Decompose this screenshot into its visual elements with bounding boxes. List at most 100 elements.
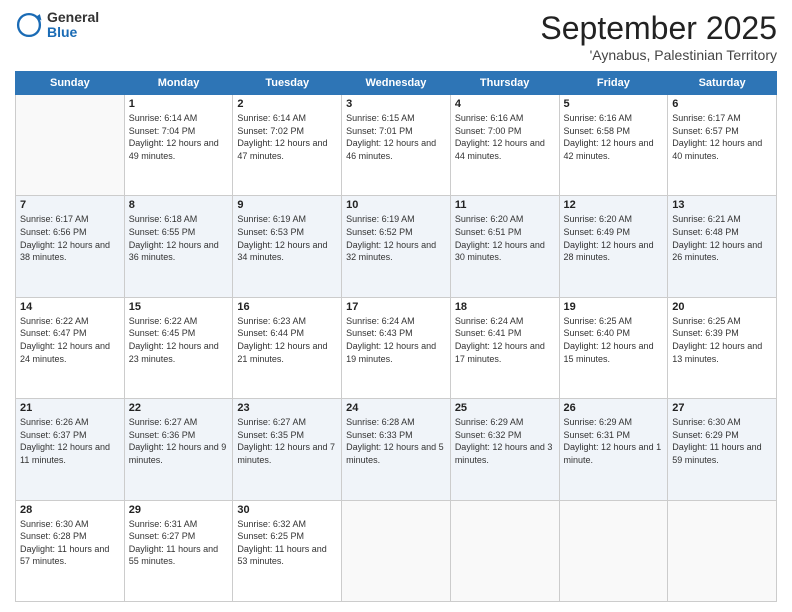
day-number: 29 [129,504,229,516]
calendar-cell: 4 Sunrise: 6:16 AMSunset: 7:00 PMDaylight… [450,95,559,196]
calendar-cell: 11 Sunrise: 6:20 AMSunset: 6:51 PMDayligh… [450,196,559,297]
calendar-week-row: 7Sunrise: 6:17 AMSunset: 6:56 PMDaylight… [16,196,777,297]
calendar-cell: 7Sunrise: 6:17 AMSunset: 6:56 PMDaylight… [16,196,125,297]
day-number: 9 [237,199,337,211]
day-number: 21 [20,402,120,414]
calendar-cell: 12 Sunrise: 6:20 AMSunset: 6:49 PMDayligh… [559,196,668,297]
day-number: 6 [672,98,772,110]
calendar-cell: 27 Sunrise: 6:30 AMSunset: 6:29 PMDayligh… [668,399,777,500]
calendar-cell: 9 Sunrise: 6:19 AMSunset: 6:53 PMDaylight… [233,196,342,297]
logo-general: General [47,10,99,25]
weekday-header-thursday: Thursday [450,72,559,95]
day-info: Sunrise: 6:16 AMSunset: 6:58 PMDaylight:… [564,112,664,162]
day-info: Sunrise: 6:17 AMSunset: 6:57 PMDaylight:… [672,112,772,162]
day-info: Sunrise: 6:14 AMSunset: 7:04 PMDaylight:… [129,112,229,162]
day-info: Sunrise: 6:25 AMSunset: 6:39 PMDaylight:… [672,315,772,365]
day-info: Sunrise: 6:21 AMSunset: 6:48 PMDaylight:… [672,213,772,263]
calendar-cell: 30 Sunrise: 6:32 AMSunset: 6:25 PMDayligh… [233,500,342,601]
weekday-header-row: SundayMondayTuesdayWednesdayThursdayFrid… [16,72,777,95]
calendar-cell: 18 Sunrise: 6:24 AMSunset: 6:41 PMDayligh… [450,297,559,398]
calendar-cell: 28Sunrise: 6:30 AMSunset: 6:28 PMDayligh… [16,500,125,601]
day-info: Sunrise: 6:32 AMSunset: 6:25 PMDaylight:… [237,518,337,568]
weekday-header-saturday: Saturday [668,72,777,95]
day-number: 26 [564,402,664,414]
calendar-table: SundayMondayTuesdayWednesdayThursdayFrid… [15,71,777,602]
day-info: Sunrise: 6:30 AMSunset: 6:29 PMDaylight:… [672,416,772,466]
day-number: 11 [455,199,555,211]
day-info: Sunrise: 6:29 AMSunset: 6:32 PMDaylight:… [455,416,555,466]
calendar-cell: 8 Sunrise: 6:18 AMSunset: 6:55 PMDaylight… [124,196,233,297]
day-info: Sunrise: 6:27 AMSunset: 6:35 PMDaylight:… [237,416,337,466]
page-header: General Blue September 2025 'Aynabus, Pa… [15,10,777,63]
day-number: 24 [346,402,446,414]
day-number: 20 [672,301,772,313]
calendar-cell [16,95,125,196]
day-number: 22 [129,402,229,414]
calendar-cell [668,500,777,601]
month-title: September 2025 [540,10,777,47]
day-number: 3 [346,98,446,110]
day-number: 27 [672,402,772,414]
weekday-header-sunday: Sunday [16,72,125,95]
calendar-cell: 29 Sunrise: 6:31 AMSunset: 6:27 PMDayligh… [124,500,233,601]
calendar-cell: 16 Sunrise: 6:23 AMSunset: 6:44 PMDayligh… [233,297,342,398]
day-info: Sunrise: 6:22 AMSunset: 6:45 PMDaylight:… [129,315,229,365]
day-number: 2 [237,98,337,110]
calendar-week-row: 28Sunrise: 6:30 AMSunset: 6:28 PMDayligh… [16,500,777,601]
calendar-cell: 24 Sunrise: 6:28 AMSunset: 6:33 PMDayligh… [342,399,451,500]
day-info: Sunrise: 6:20 AMSunset: 6:51 PMDaylight:… [455,213,555,263]
calendar-cell: 25Sunrise: 6:29 AMSunset: 6:32 PMDayligh… [450,399,559,500]
day-info: Sunrise: 6:19 AMSunset: 6:52 PMDaylight:… [346,213,446,263]
day-number: 4 [455,98,555,110]
calendar-cell: 26 Sunrise: 6:29 AMSunset: 6:31 PMDayligh… [559,399,668,500]
day-info: Sunrise: 6:17 AMSunset: 6:56 PMDaylight:… [20,213,120,263]
day-number: 17 [346,301,446,313]
day-info: Sunrise: 6:19 AMSunset: 6:53 PMDaylight:… [237,213,337,263]
weekday-header-friday: Friday [559,72,668,95]
day-info: Sunrise: 6:27 AMSunset: 6:36 PMDaylight:… [129,416,229,466]
day-info: Sunrise: 6:31 AMSunset: 6:27 PMDaylight:… [129,518,229,568]
day-info: Sunrise: 6:25 AMSunset: 6:40 PMDaylight:… [564,315,664,365]
calendar-cell [559,500,668,601]
day-number: 8 [129,199,229,211]
calendar-cell [450,500,559,601]
day-info: Sunrise: 6:23 AMSunset: 6:44 PMDaylight:… [237,315,337,365]
day-info: Sunrise: 6:22 AMSunset: 6:47 PMDaylight:… [20,315,120,365]
day-number: 13 [672,199,772,211]
calendar-cell [342,500,451,601]
day-info: Sunrise: 6:29 AMSunset: 6:31 PMDaylight:… [564,416,664,466]
day-info: Sunrise: 6:15 AMSunset: 7:01 PMDaylight:… [346,112,446,162]
day-number: 16 [237,301,337,313]
day-info: Sunrise: 6:24 AMSunset: 6:41 PMDaylight:… [455,315,555,365]
day-number: 12 [564,199,664,211]
day-number: 15 [129,301,229,313]
day-info: Sunrise: 6:24 AMSunset: 6:43 PMDaylight:… [346,315,446,365]
day-number: 10 [346,199,446,211]
calendar-week-row: 21 Sunrise: 6:26 AMSunset: 6:37 PMDayligh… [16,399,777,500]
day-info: Sunrise: 6:26 AMSunset: 6:37 PMDaylight:… [20,416,120,466]
day-number: 14 [20,301,120,313]
calendar-cell: 19 Sunrise: 6:25 AMSunset: 6:40 PMDayligh… [559,297,668,398]
calendar-week-row: 14 Sunrise: 6:22 AMSunset: 6:47 PMDayligh… [16,297,777,398]
day-number: 19 [564,301,664,313]
calendar-cell: 10 Sunrise: 6:19 AMSunset: 6:52 PMDayligh… [342,196,451,297]
logo: General Blue [15,10,99,41]
calendar-cell: 22 Sunrise: 6:27 AMSunset: 6:36 PMDayligh… [124,399,233,500]
day-info: Sunrise: 6:20 AMSunset: 6:49 PMDaylight:… [564,213,664,263]
day-info: Sunrise: 6:18 AMSunset: 6:55 PMDaylight:… [129,213,229,263]
calendar-cell: 20 Sunrise: 6:25 AMSunset: 6:39 PMDayligh… [668,297,777,398]
day-number: 5 [564,98,664,110]
day-number: 28 [20,504,120,516]
day-info: Sunrise: 6:16 AMSunset: 7:00 PMDaylight:… [455,112,555,162]
day-number: 23 [237,402,337,414]
weekday-header-monday: Monday [124,72,233,95]
day-info: Sunrise: 6:28 AMSunset: 6:33 PMDaylight:… [346,416,446,466]
location-title: 'Aynabus, Palestinian Territory [540,47,777,63]
day-number: 18 [455,301,555,313]
weekday-header-tuesday: Tuesday [233,72,342,95]
day-number: 30 [237,504,337,516]
calendar-cell: 14 Sunrise: 6:22 AMSunset: 6:47 PMDayligh… [16,297,125,398]
calendar-week-row: 1Sunrise: 6:14 AMSunset: 7:04 PMDaylight… [16,95,777,196]
calendar-cell: 13 Sunrise: 6:21 AMSunset: 6:48 PMDayligh… [668,196,777,297]
calendar-cell: 6 Sunrise: 6:17 AMSunset: 6:57 PMDaylight… [668,95,777,196]
